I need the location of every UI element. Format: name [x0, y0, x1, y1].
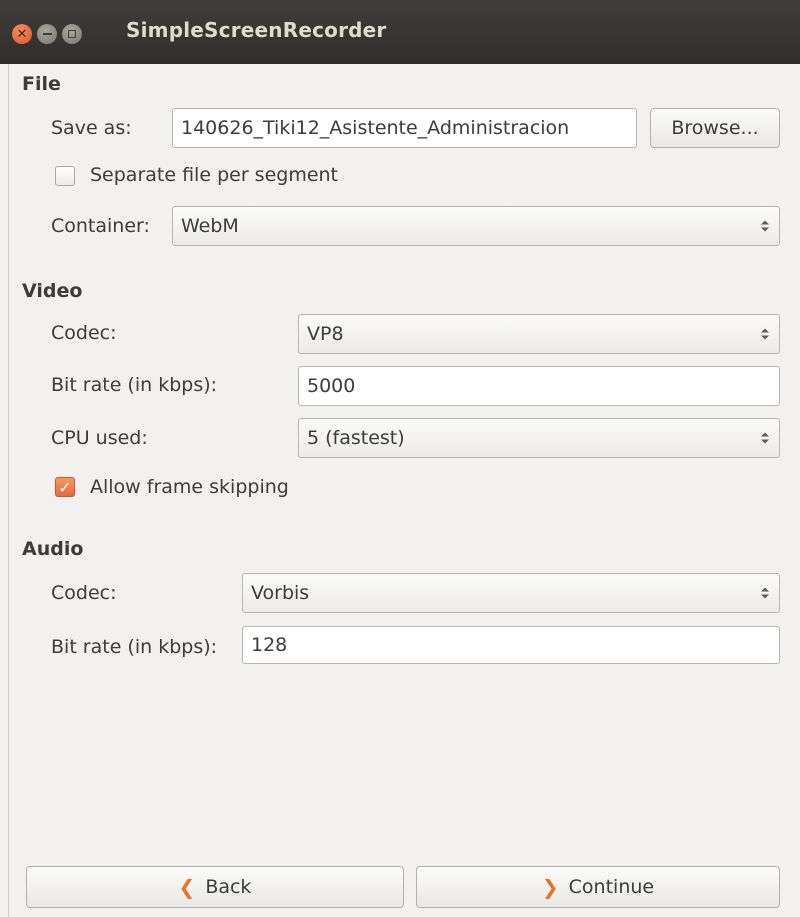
video-bitrate-input[interactable]: 5000 [298, 366, 780, 406]
maximize-icon [68, 30, 76, 38]
cpu-used-select[interactable]: 5 (fastest) [298, 418, 780, 458]
video-section-heading: Video [22, 280, 83, 302]
allow-frame-skipping-label: Allow frame skipping [90, 476, 289, 498]
back-label: Back [205, 876, 252, 898]
video-codec-label: Codec: [51, 322, 117, 344]
file-section-heading: File [22, 73, 61, 95]
minimize-icon [42, 33, 52, 35]
chevron-left-icon: ❮ [178, 875, 196, 899]
continue-button[interactable]: ❯ Continue [416, 866, 780, 908]
spin-arrows-icon [761, 432, 769, 444]
continue-label: Continue [568, 876, 655, 898]
audio-section-heading: Audio [22, 538, 84, 560]
cpu-used-label: CPU used: [51, 427, 148, 449]
window-title: SimpleScreenRecorder [126, 18, 387, 42]
container-label: Container: [51, 215, 150, 237]
title-bar: ✕ SimpleScreenRecorder [0, 0, 800, 64]
back-button[interactable]: ❮ Back [26, 866, 404, 908]
close-icon: ✕ [16, 26, 28, 42]
audio-codec-value: Vorbis [251, 582, 310, 604]
spin-arrows-icon [761, 587, 769, 599]
maximize-window-button[interactable] [62, 24, 82, 44]
checkmark-icon: ✓ [58, 477, 72, 497]
cpu-used-value: 5 (fastest) [307, 427, 405, 449]
audio-bitrate-input[interactable]: 128 [242, 626, 780, 664]
separate-file-checkbox[interactable] [55, 166, 75, 186]
video-bitrate-label: Bit rate (in kbps): [51, 374, 218, 396]
container-select[interactable]: WebM [172, 206, 780, 246]
separate-file-label: Separate file per segment [90, 164, 339, 186]
spin-arrows-icon [761, 328, 769, 340]
container-value: WebM [181, 215, 239, 237]
audio-codec-label: Codec: [51, 582, 117, 604]
chevron-right-icon: ❯ [541, 875, 559, 899]
close-window-button[interactable]: ✕ [12, 24, 32, 44]
audio-bitrate-label: Bit rate (in kbps): [51, 636, 218, 658]
minimize-window-button[interactable] [37, 24, 57, 44]
browse-button[interactable]: Browse... [650, 108, 780, 148]
save-as-label: Save as: [51, 117, 132, 139]
video-codec-select[interactable]: VP8 [298, 314, 780, 354]
save-as-input[interactable]: 140626_Tiki12_Asistente_Administracion [172, 108, 637, 148]
video-codec-value: VP8 [307, 323, 344, 345]
allow-frame-skipping-checkbox[interactable]: ✓ [55, 477, 75, 497]
audio-codec-select[interactable]: Vorbis [242, 573, 780, 613]
spin-arrows-icon [761, 220, 769, 232]
